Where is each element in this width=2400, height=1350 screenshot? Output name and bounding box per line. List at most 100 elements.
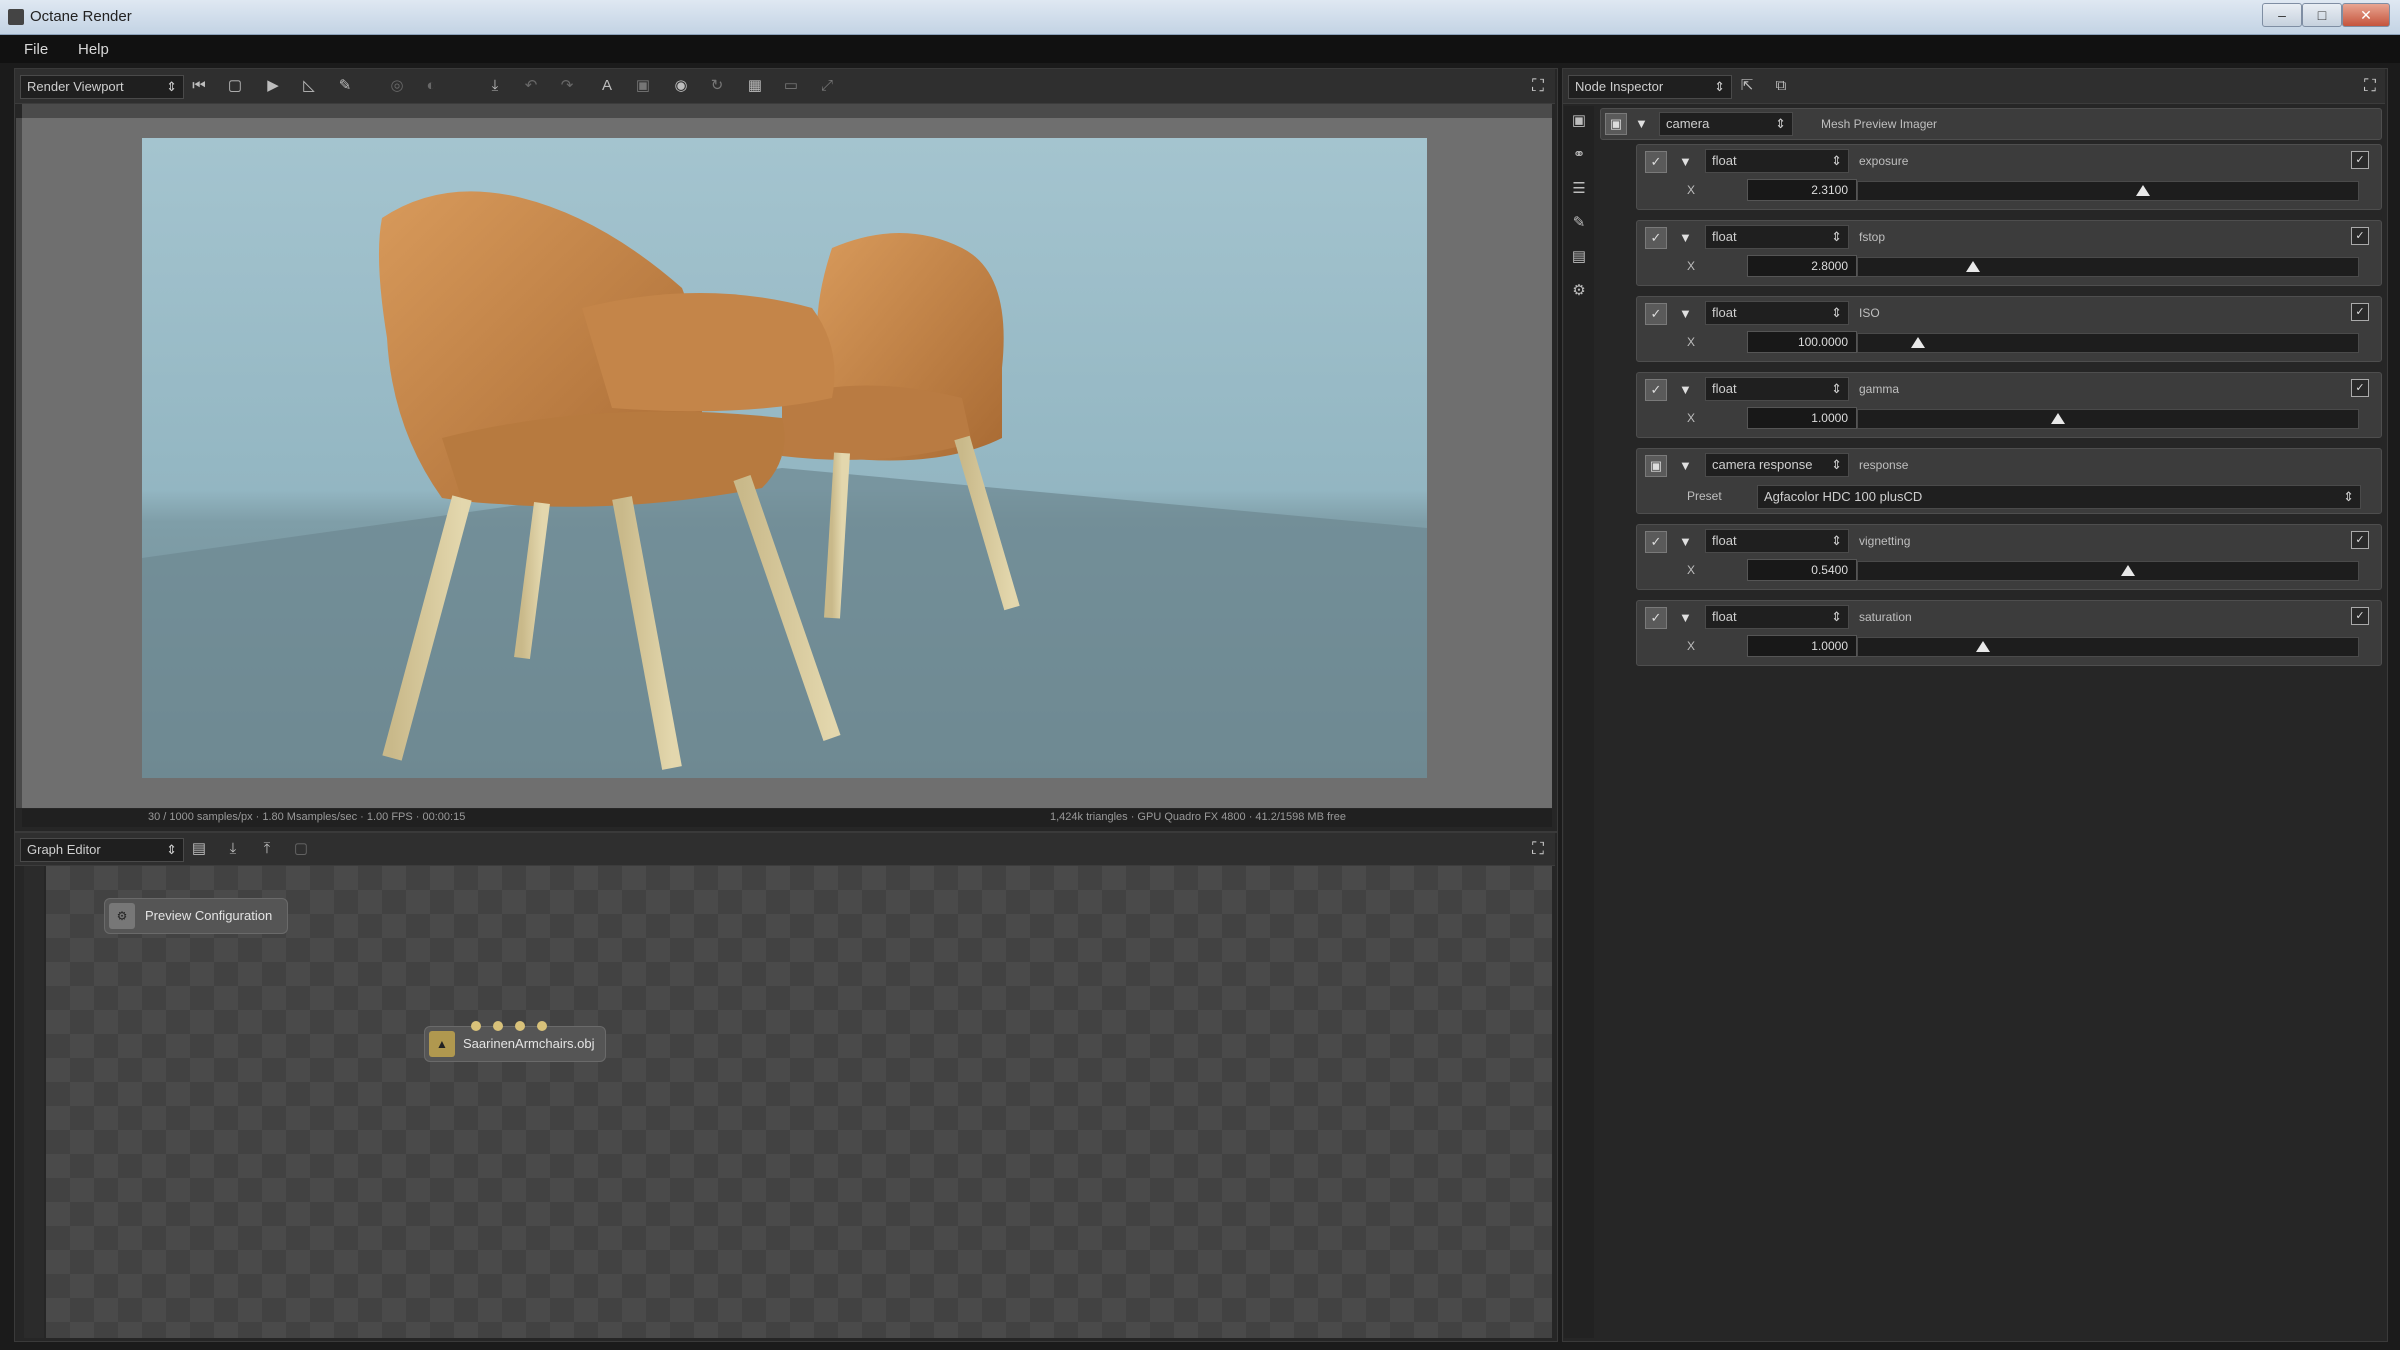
- input-pin-icon[interactable]: [537, 1021, 547, 1031]
- checkbox-icon[interactable]: ✓: [1645, 531, 1667, 553]
- ruler-icon[interactable]: ◺: [298, 75, 320, 97]
- param-type-dropdown[interactable]: float ⇕: [1705, 529, 1849, 553]
- collapse-all-icon[interactable]: ⇱: [1736, 75, 1758, 97]
- undo-icon[interactable]: ↶: [520, 75, 542, 97]
- checkbox-icon[interactable]: ✓: [1645, 379, 1667, 401]
- maximize-panel-icon[interactable]: ⛶: [1528, 76, 1548, 96]
- param-slider[interactable]: [1857, 561, 2359, 581]
- param-slider[interactable]: [1857, 637, 2359, 657]
- slider-thumb[interactable]: [2136, 185, 2150, 196]
- param-value-field[interactable]: 1.0000: [1747, 635, 1857, 657]
- param-type-dropdown[interactable]: float ⇕: [1705, 225, 1849, 249]
- refresh-icon[interactable]: ↻: [706, 75, 728, 97]
- link-icon[interactable]: ⚭: [1568, 144, 1590, 166]
- image-icon[interactable]: ▤: [1568, 246, 1590, 268]
- param-type-dropdown[interactable]: float ⇕: [1705, 377, 1849, 401]
- param-slider[interactable]: [1857, 409, 2359, 429]
- slider-thumb[interactable]: [2051, 413, 2065, 424]
- pin-icon[interactable]: ✓: [2351, 303, 2369, 321]
- preset-dropdown[interactable]: Agfacolor HDC 100 plusCD ⇕: [1757, 485, 2361, 509]
- maximize-graph-icon[interactable]: ⛶: [1528, 839, 1548, 859]
- grid-icon[interactable]: ▦: [744, 75, 766, 97]
- expand-all-icon[interactable]: ⧉: [1770, 75, 1792, 97]
- stop-icon[interactable]: ▢: [224, 75, 246, 97]
- input-pin-icon[interactable]: [515, 1021, 525, 1031]
- slider-thumb[interactable]: [1976, 641, 1990, 652]
- graph-node-preview-config[interactable]: ⚙ Preview Configuration: [104, 898, 288, 934]
- collapse-triangle-icon[interactable]: ▼: [1679, 535, 1693, 549]
- pin-icon[interactable]: ✓: [2351, 379, 2369, 397]
- param-type-dropdown[interactable]: float ⇕: [1705, 301, 1849, 325]
- slider-thumb[interactable]: [1966, 261, 1980, 272]
- text-icon[interactable]: A: [596, 75, 618, 97]
- close-button[interactable]: ✕: [2342, 3, 2390, 27]
- new-node-icon[interactable]: ▤: [188, 838, 210, 860]
- param-value-field[interactable]: 2.8000: [1747, 255, 1857, 277]
- maximize-button[interactable]: □: [2302, 3, 2342, 27]
- play-icon[interactable]: ▶: [262, 75, 284, 97]
- focus-icon[interactable]: ◎: [386, 75, 408, 97]
- param-slider[interactable]: [1857, 257, 2359, 277]
- config-icon: ⚙: [109, 903, 135, 929]
- menu-help[interactable]: Help: [78, 41, 109, 58]
- root-type-dropdown[interactable]: camera ⇕: [1659, 112, 1793, 136]
- param-slider[interactable]: [1857, 333, 2359, 353]
- checkbox-icon[interactable]: ✓: [1645, 227, 1667, 249]
- slider-thumb[interactable]: [2121, 565, 2135, 576]
- collapse-triangle-icon[interactable]: ▼: [1679, 307, 1693, 321]
- checkbox-icon[interactable]: ✓: [1645, 151, 1667, 173]
- globe-icon[interactable]: ◉: [670, 75, 692, 97]
- fit-icon[interactable]: ⤢: [816, 75, 838, 97]
- param-value-field[interactable]: 100.0000: [1747, 331, 1857, 353]
- pick-icon[interactable]: ✎: [334, 75, 356, 97]
- wb-icon[interactable]: ◐: [420, 75, 442, 97]
- param-value-field[interactable]: 2.3100: [1747, 179, 1857, 201]
- maximize-inspector-icon[interactable]: ⛶: [2360, 76, 2380, 96]
- param-slider[interactable]: [1857, 181, 2359, 201]
- list-icon[interactable]: ☰: [1568, 178, 1590, 200]
- graph-node-mesh[interactable]: ▲ SaarinenArmchairs.obj: [424, 1021, 606, 1062]
- slider-thumb[interactable]: [1911, 337, 1925, 348]
- collapse-triangle-icon[interactable]: ▼: [1679, 155, 1693, 169]
- lock-icon[interactable]: ▣: [632, 75, 654, 97]
- param-value-field[interactable]: 1.0000: [1747, 407, 1857, 429]
- camera-icon[interactable]: ▣: [1568, 110, 1590, 132]
- reset-icon[interactable]: ⏮: [188, 75, 210, 97]
- render-viewport-selector[interactable]: Render Viewport ⇕: [20, 75, 184, 99]
- render-stats: 30 / 1000 samples/px · 1.80 Msamples/sec…: [148, 811, 466, 823]
- viewport-status-bar: 30 / 1000 samples/px · 1.80 Msamples/sec…: [22, 809, 1552, 827]
- scene-stats: 1,424k triangles · GPU Quadro FX 4800 · …: [1050, 811, 1346, 823]
- settings-icon[interactable]: ⚙: [1568, 280, 1590, 302]
- material-picker-icon[interactable]: ⤓: [484, 75, 506, 97]
- updown-icon: ⇕: [1775, 116, 1786, 131]
- redo-icon[interactable]: ↷: [556, 75, 578, 97]
- collapse-triangle-icon[interactable]: ▼: [1679, 611, 1693, 625]
- region-icon[interactable]: ▭: [780, 75, 802, 97]
- graph-editor-selector[interactable]: Graph Editor ⇕: [20, 838, 184, 862]
- collapse-triangle-icon[interactable]: ▼: [1635, 117, 1649, 131]
- pin-icon[interactable]: ✓: [2351, 227, 2369, 245]
- param-type-dropdown[interactable]: float ⇕: [1705, 149, 1849, 173]
- graph-side-tab[interactable]: [24, 866, 44, 1338]
- input-pin-icon[interactable]: [471, 1021, 481, 1031]
- param-type-dropdown[interactable]: float ⇕: [1705, 605, 1849, 629]
- node-inspector-selector[interactable]: Node Inspector ⇕: [1568, 75, 1732, 99]
- load-node-icon[interactable]: ⤓: [222, 838, 244, 860]
- menu-file[interactable]: File: [24, 41, 48, 58]
- checkbox-icon[interactable]: ✓: [1645, 303, 1667, 325]
- collapse-triangle-icon[interactable]: ▼: [1679, 231, 1693, 245]
- collapse-triangle-icon[interactable]: ▼: [1679, 459, 1693, 473]
- clear-icon[interactable]: ▢: [290, 838, 312, 860]
- input-pin-icon[interactable]: [493, 1021, 503, 1031]
- save-node-icon[interactable]: ⤒: [256, 838, 278, 860]
- response-type-dropdown[interactable]: camera response ⇕: [1705, 453, 1849, 477]
- pin-icon[interactable]: ✓: [2351, 607, 2369, 625]
- pin-icon[interactable]: ✓: [2351, 151, 2369, 169]
- param-value-field[interactable]: 0.5400: [1747, 559, 1857, 581]
- graph-canvas[interactable]: [46, 866, 1552, 1338]
- checkbox-icon[interactable]: ✓: [1645, 607, 1667, 629]
- collapse-triangle-icon[interactable]: ▼: [1679, 383, 1693, 397]
- pin-icon[interactable]: ✓: [2351, 531, 2369, 549]
- brush-icon[interactable]: ✎: [1568, 212, 1590, 234]
- minimize-button[interactable]: –: [2262, 3, 2302, 27]
